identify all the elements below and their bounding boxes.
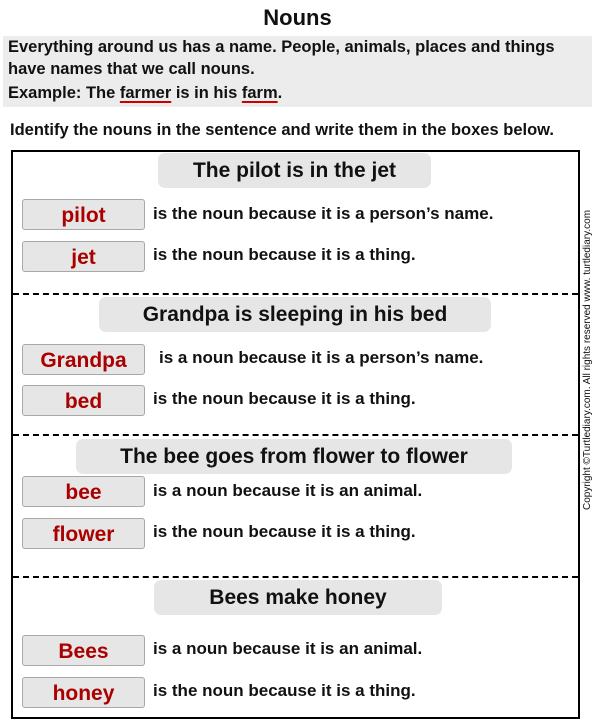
copyright-notice: Copyright ©Turtlediary.com. All rights r… xyxy=(582,209,593,511)
instruction-text: Identify the nouns in the sentence and w… xyxy=(10,121,554,139)
sentence-section: Grandpa is sleeping in his bed Grandpa i… xyxy=(13,295,578,434)
sentence-section: Bees make honey Bees is a noun because i… xyxy=(13,578,578,717)
answer-box[interactable]: Bees xyxy=(22,635,145,666)
answer-box[interactable]: Grandpa xyxy=(22,344,145,375)
answer-reason: is the noun because it is a thing. xyxy=(153,522,416,541)
worksheet-box: The pilot is in the jet pilot is the nou… xyxy=(11,150,580,719)
sentence-banner: The bee goes from flower to flower xyxy=(76,439,512,474)
answer-box[interactable]: honey xyxy=(22,677,145,708)
answer-reason: is a noun because it is a person’s name. xyxy=(159,348,484,367)
example-middle: is in his xyxy=(171,84,242,102)
sentence-banner: Bees make honey xyxy=(154,580,442,615)
example-noun-farmer: farmer xyxy=(119,84,172,102)
sentence-section: The pilot is in the jet pilot is the nou… xyxy=(13,152,578,293)
intro-text-line-1: Everything around us has a name. People,… xyxy=(8,38,555,56)
example-noun-farm: farm xyxy=(241,84,278,102)
answer-box[interactable]: bed xyxy=(22,385,145,416)
sentence-section: The bee goes from flower to flower bee i… xyxy=(13,436,578,576)
answer-reason: is a noun because it is an animal. xyxy=(153,639,423,658)
intro-text-line-2: have names that we call nouns. xyxy=(8,60,255,78)
answer-reason: is the noun because it is a thing. xyxy=(153,389,416,408)
answer-reason: is the noun because it is a person’s nam… xyxy=(153,204,494,223)
example-prefix: Example: The xyxy=(8,84,120,102)
intro-panel: Everything around us has a name. People,… xyxy=(3,36,592,107)
answer-box[interactable]: pilot xyxy=(22,199,145,230)
answer-reason: is the noun because it is a thing. xyxy=(153,245,416,264)
answer-reason: is the noun because it is a thing. xyxy=(153,681,416,700)
answer-reason: is a noun because it is an animal. xyxy=(153,481,423,500)
answer-box[interactable]: bee xyxy=(22,476,145,507)
page-title: Nouns xyxy=(263,5,332,30)
example-suffix: . xyxy=(277,84,283,102)
example-sentence: Example: The farmer is in his farm. xyxy=(8,83,282,103)
sentence-banner: Grandpa is sleeping in his bed xyxy=(99,297,491,332)
sentence-banner: The pilot is in the jet xyxy=(158,153,431,188)
answer-box[interactable]: flower xyxy=(22,518,145,549)
answer-box[interactable]: jet xyxy=(22,241,145,272)
